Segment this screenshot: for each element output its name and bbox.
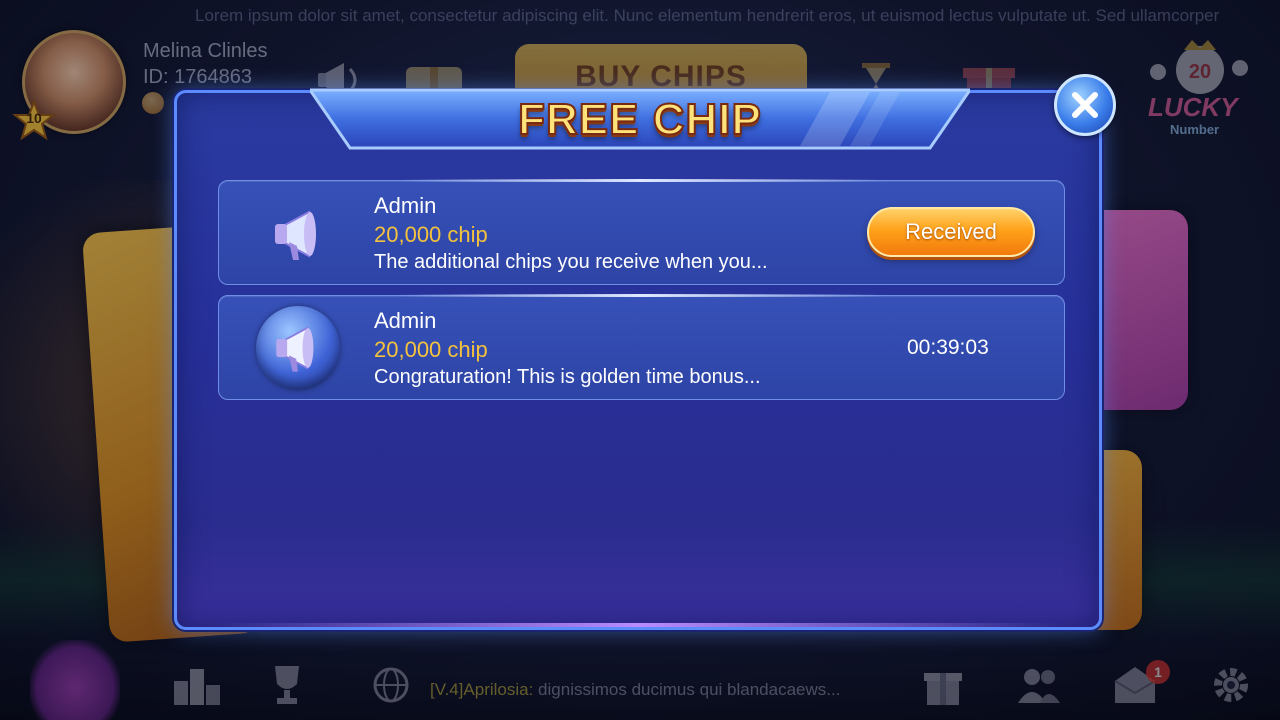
received-button[interactable]: Received [867,207,1035,257]
megaphone-orb-icon [256,306,340,390]
dialog-bottom-glow [217,623,1059,627]
row-highlight [399,294,884,297]
message-sender: Admin [374,193,437,218]
megaphone-icon [257,195,341,273]
message-sender: Admin [374,308,437,333]
countdown-timer: 00:39:03 [907,336,989,359]
message-amount: 20,000 chip [374,222,488,247]
message-item[interactable]: Admin 20,000 chip Congraturation! This i… [218,294,1065,400]
message-text: Congraturation! This is golden time bonu… [374,366,761,388]
message-amount: 20,000 chip [374,337,488,362]
dialog-title: FREE CHIP [517,94,762,145]
message-text: The additional chips you receive when yo… [374,251,768,273]
message-item[interactable]: Admin 20,000 chip The additional chips y… [218,179,1065,285]
close-icon [1072,92,1098,118]
close-button[interactable] [1054,74,1116,136]
row-highlight [399,179,884,182]
